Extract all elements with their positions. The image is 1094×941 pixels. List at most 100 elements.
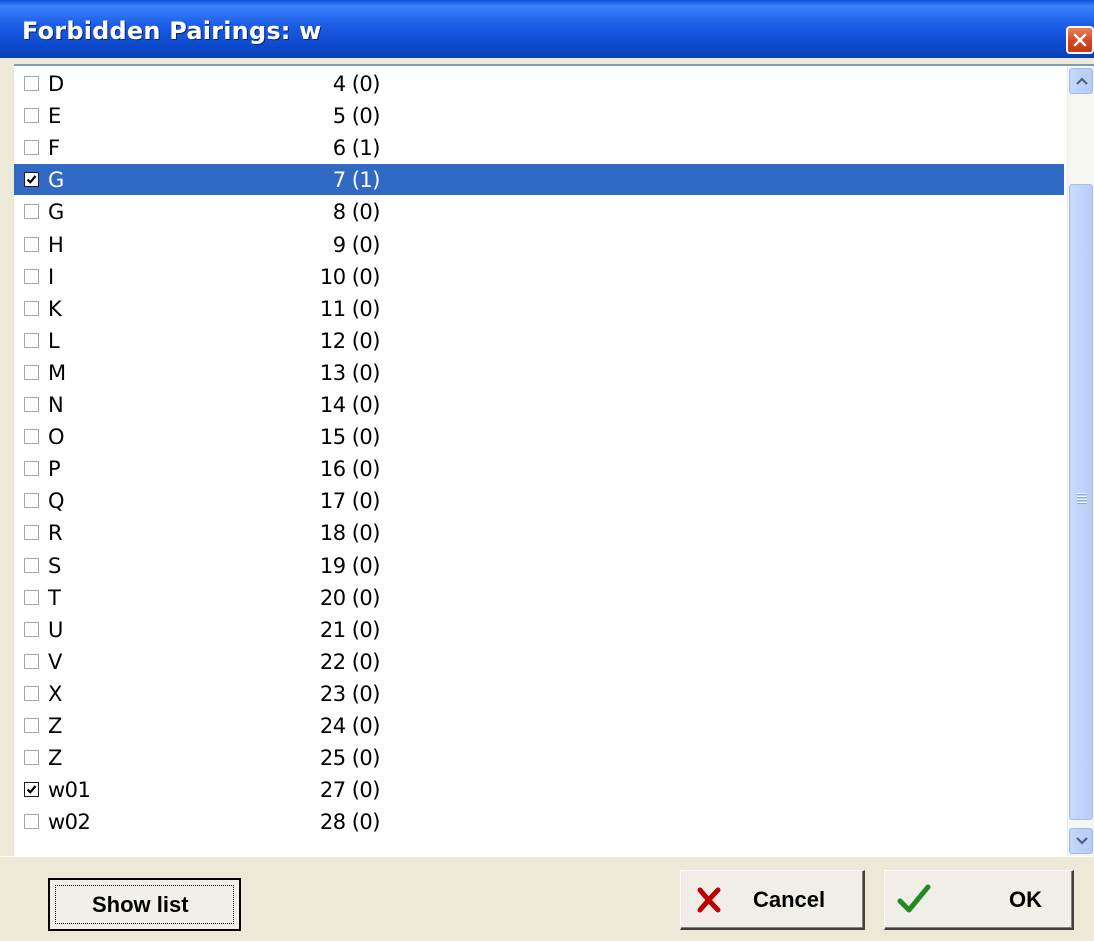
item-name: V bbox=[48, 649, 62, 674]
item-name: Q bbox=[48, 489, 65, 514]
item-number: 24 (0) bbox=[319, 714, 381, 738]
item-name: G bbox=[48, 168, 64, 193]
list-item[interactable]: T 20 (0) bbox=[14, 582, 1064, 613]
list-item[interactable]: H 9 (0) bbox=[14, 229, 1064, 260]
scroll-thumb[interactable] bbox=[1069, 184, 1093, 820]
item-checkbox[interactable] bbox=[24, 621, 39, 637]
thumb-grip bbox=[1077, 502, 1087, 503]
item-checkbox[interactable] bbox=[24, 172, 39, 188]
item-checkbox[interactable] bbox=[24, 268, 39, 284]
list-item[interactable]: R 18 (0) bbox=[14, 517, 1064, 548]
list-item[interactable]: L 12 (0) bbox=[14, 325, 1064, 356]
list-item[interactable]: D 4 (0) bbox=[14, 68, 1064, 99]
item-number: 7 (1) bbox=[332, 168, 381, 193]
item-checkbox[interactable] bbox=[24, 750, 39, 766]
ok-label: OK bbox=[1009, 887, 1042, 912]
list-item[interactable]: V 22 (0) bbox=[14, 646, 1064, 677]
item-name: H bbox=[48, 232, 64, 257]
item-number: 25 (0) bbox=[319, 746, 381, 771]
item-name: S bbox=[48, 553, 61, 578]
item-checkbox[interactable] bbox=[24, 397, 39, 412]
list-item[interactable]: G 7 (1) bbox=[14, 164, 1064, 196]
item-number: 6 (1) bbox=[332, 136, 381, 161]
item-number: 10 (0) bbox=[319, 264, 381, 289]
item-number: 15 (0) bbox=[319, 425, 381, 450]
vertical-scrollbar[interactable] bbox=[1067, 66, 1094, 856]
list-item[interactable]: K 11 (0) bbox=[14, 293, 1064, 324]
item-name: Z bbox=[48, 746, 62, 771]
item-name: N bbox=[48, 393, 64, 417]
item-checkbox[interactable] bbox=[24, 525, 39, 541]
list-item[interactable]: F 6 (1) bbox=[14, 132, 1064, 163]
chevron-down-icon bbox=[1076, 837, 1088, 845]
item-number: 21 (0) bbox=[319, 617, 381, 642]
item-name: Z bbox=[48, 714, 62, 738]
title-bar[interactable]: Forbidden Pairings: w bbox=[0, 0, 1094, 58]
item-checkbox[interactable] bbox=[24, 814, 39, 830]
item-name: O bbox=[48, 425, 65, 450]
item-number: 13 (0) bbox=[319, 360, 381, 385]
item-checkbox[interactable] bbox=[24, 589, 39, 605]
item-number: 22 (0) bbox=[319, 649, 381, 674]
item-number: 18 (0) bbox=[319, 521, 381, 546]
list-item[interactable]: M 13 (0) bbox=[14, 357, 1064, 388]
window-title: Forbidden Pairings: w bbox=[22, 17, 322, 45]
scroll-down-button[interactable] bbox=[1069, 828, 1093, 854]
item-name: U bbox=[48, 617, 63, 642]
list-item[interactable]: w02 28 (0) bbox=[14, 806, 1064, 837]
list-item[interactable]: G 8 (0) bbox=[14, 196, 1064, 227]
item-number: 4 (0) bbox=[332, 72, 381, 96]
list-item[interactable]: E 5 (0) bbox=[14, 100, 1064, 131]
list-item[interactable]: w01 27 (0) bbox=[14, 774, 1064, 805]
close-button[interactable] bbox=[1066, 26, 1094, 54]
list-item[interactable]: Z 24 (0) bbox=[14, 710, 1064, 741]
item-number: 17 (0) bbox=[319, 489, 381, 514]
item-number: 14 (0) bbox=[319, 393, 381, 417]
item-name: T bbox=[48, 585, 61, 610]
item-checkbox[interactable] bbox=[24, 493, 39, 509]
list-item[interactable]: X 23 (0) bbox=[14, 678, 1064, 709]
item-name: E bbox=[48, 104, 61, 129]
item-checkbox[interactable] bbox=[24, 685, 39, 701]
cancel-button[interactable]: Cancel bbox=[680, 870, 865, 930]
list-item[interactable]: S 19 (0) bbox=[14, 550, 1064, 581]
item-checkbox[interactable] bbox=[24, 236, 39, 252]
show-list-label: Show list bbox=[92, 892, 189, 917]
list-rows: D 4 (0) E 5 (0) F 6 (1) G 7 (1) G 8 (0) H 9 (0) I 10 … bbox=[14, 66, 1066, 856]
show-list-button[interactable]: Show list bbox=[48, 878, 241, 931]
list-item[interactable]: I 10 (0) bbox=[14, 261, 1064, 292]
list-item[interactable]: Z 25 (0) bbox=[14, 742, 1064, 773]
item-name: w01 bbox=[48, 778, 91, 803]
item-name: D bbox=[48, 72, 64, 96]
item-checkbox[interactable] bbox=[24, 429, 39, 445]
item-checkbox[interactable] bbox=[24, 108, 39, 124]
item-number: 8 (0) bbox=[332, 200, 381, 225]
item-number: 12 (0) bbox=[319, 328, 381, 353]
item-checkbox[interactable] bbox=[24, 332, 39, 348]
pairings-list[interactable]: D 4 (0) E 5 (0) F 6 (1) G 7 (1) G 8 (0) H 9 (0) I 10 … bbox=[14, 64, 1094, 856]
item-name: R bbox=[48, 521, 63, 546]
item-name: w02 bbox=[48, 810, 91, 835]
list-item[interactable]: U 21 (0) bbox=[14, 614, 1064, 645]
list-item[interactable]: P 16 (0) bbox=[14, 453, 1064, 484]
cancel-label: Cancel bbox=[753, 887, 826, 912]
item-checkbox[interactable] bbox=[24, 76, 39, 91]
item-checkbox[interactable] bbox=[24, 782, 39, 798]
item-checkbox[interactable] bbox=[24, 300, 39, 316]
list-item[interactable]: N 14 (0) bbox=[14, 389, 1064, 420]
ok-button[interactable]: OK bbox=[884, 870, 1074, 930]
item-name: P bbox=[48, 457, 61, 482]
item-checkbox[interactable] bbox=[24, 140, 39, 156]
item-name: F bbox=[48, 136, 60, 161]
red-x-icon bbox=[697, 887, 721, 913]
list-item[interactable]: Q 17 (0) bbox=[14, 485, 1064, 516]
item-checkbox[interactable] bbox=[24, 364, 39, 380]
item-checkbox[interactable] bbox=[24, 461, 39, 477]
scroll-up-button[interactable] bbox=[1069, 68, 1093, 94]
item-checkbox[interactable] bbox=[24, 204, 39, 220]
item-name: X bbox=[48, 681, 62, 706]
item-checkbox[interactable] bbox=[24, 557, 39, 573]
item-checkbox[interactable] bbox=[24, 718, 39, 733]
item-checkbox[interactable] bbox=[24, 653, 39, 669]
list-item[interactable]: O 15 (0) bbox=[14, 421, 1064, 452]
